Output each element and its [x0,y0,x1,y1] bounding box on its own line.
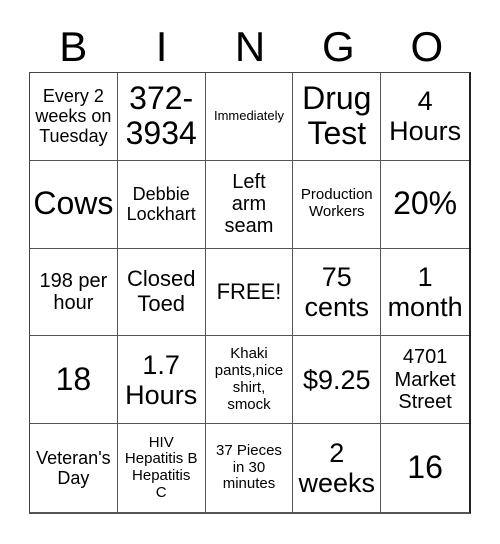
cell-text: 20% [393,185,458,222]
cell-text: FREE! [216,278,282,304]
bingo-cell[interactable]: 16 [381,424,469,512]
cell-text: Khaki pants,nice shirt, smock [214,345,284,413]
bingo-board: Every 2 weeks on Tuesday 372- 3934 Immed… [29,72,471,514]
bingo-cell[interactable]: Cows [30,160,118,249]
bingo-cell[interactable]: 372- 3934 [117,73,206,161]
cell-text: Debbie Lockhart [126,184,196,225]
cell-text: Production Workers [300,186,373,221]
cell-text: 1.7 Hours [125,349,198,410]
cell-text: 75 cents [304,261,370,322]
bingo-cell[interactable]: Left arm seam [205,160,294,249]
cell-text: Closed Toed [126,266,196,316]
bingo-cell[interactable]: HIV Hepatitis B Hepatitis C [118,424,206,512]
header-letter-b: B [59,23,88,70]
header-letter-n: N [234,23,266,70]
bingo-cell[interactable]: $9.25 [293,336,382,425]
cell-text: 372- 3934 [125,79,197,152]
cell-text: 16 [407,449,443,486]
cell-text: Cows [33,185,114,222]
bingo-cell[interactable]: 2 weeks [293,424,382,512]
bingo-cell[interactable]: 198 per hour [30,248,118,337]
cell-text: 18 [55,360,92,397]
bingo-cell[interactable]: Veteran's Day [30,424,118,512]
bingo-cell[interactable]: Debbie Lockhart [117,160,206,249]
bingo-cell[interactable]: 1 month [381,249,469,337]
cell-text: $9.25 [303,364,371,395]
cell-text: 4701 Market Street [394,346,456,413]
bingo-cell[interactable]: Khaki pants,nice shirt, smock [205,336,294,425]
bingo-cell[interactable]: 1.7 Hours [117,336,206,425]
bingo-cell free-space[interactable]: FREE! [205,248,294,337]
cell-text: 1 month [387,261,463,322]
bingo-cell[interactable]: 18 [30,336,118,425]
header-letter-i: I [155,23,168,70]
cell-text: 198 per hour [39,269,108,314]
cell-text: 37 Pieces in 30 minutes [216,441,282,493]
bingo-cell[interactable]: 37 Pieces in 30 minutes [206,424,294,512]
bingo-cell[interactable]: Production Workers [293,160,382,249]
cell-text: HIV Hepatitis B Hepatitis C [124,433,198,501]
cell-text: 2 weeks [298,437,376,499]
cell-text: 4 Hours [389,86,462,147]
cell-text: Veteran's Day [36,447,111,489]
bingo-cell[interactable]: Every 2 weeks on Tuesday [30,73,118,161]
bingo-cell[interactable]: 20% [381,161,469,249]
bingo-cell[interactable]: 4 Hours [381,73,469,161]
header-letter-o: O [410,23,444,70]
header-letter-g: G [322,23,355,70]
cell-text: Drug Test [302,79,372,152]
cell-text: Left arm seam [224,170,274,238]
cell-text: Immediately [213,108,285,124]
bingo-cell[interactable]: 4701 Market Street [381,336,469,425]
cell-text: Every 2 weeks on Tuesday [35,86,112,147]
bingo-cell[interactable]: Drug Test [293,73,382,161]
bingo-cell[interactable]: 75 cents [293,248,382,337]
bingo-header: B I N G O [29,22,471,72]
bingo-cell[interactable]: Immediately [205,73,294,161]
bingo-cell[interactable]: Closed Toed [117,248,206,337]
